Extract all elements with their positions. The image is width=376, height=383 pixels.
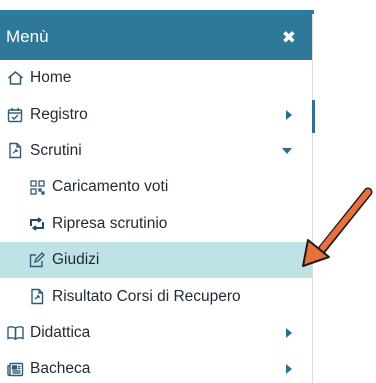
menu-item-label: Ripresa scrutinio: [52, 214, 168, 232]
caret-right-icon: [286, 327, 292, 338]
menu-item-home[interactable]: Home: [0, 60, 312, 96]
menu-item-label: Home: [30, 69, 72, 87]
menu-item-ripresa-scrutinio[interactable]: Ripresa scrutinio: [0, 206, 312, 242]
menu-item-label: Scrutini: [30, 141, 82, 159]
menu-item-label: Didattica: [30, 323, 91, 341]
menu-item-didattica[interactable]: Didattica: [0, 315, 312, 351]
caret-down-icon: [282, 147, 292, 154]
retweet-icon: [28, 215, 46, 233]
menu-item-label: Caricamento voti: [52, 178, 169, 196]
calendar-check-icon: [6, 106, 24, 124]
caret-right-icon: [286, 109, 292, 120]
caret-right-icon: [286, 364, 292, 375]
menu-item-label: Giudizi: [52, 251, 100, 269]
newspaper-icon: [6, 360, 24, 378]
scrollbar-thumb[interactable]: [312, 100, 315, 133]
menu-item-registro[interactable]: Registro: [0, 96, 312, 132]
home-icon: [6, 69, 24, 87]
menu-item-risultato-corsi-di-recupero[interactable]: Risultato Corsi di Recupero: [0, 278, 312, 314]
book-open-icon: [6, 324, 24, 342]
menu-header: Menù ✖: [0, 14, 312, 60]
menu-item-scrutini[interactable]: Scrutini: [0, 133, 312, 169]
edit-icon: [28, 251, 46, 269]
side-menu: Menù ✖ Home Registro Scrutini Caricament…: [0, 14, 313, 383]
menu-item-caricamento-voti[interactable]: Caricamento voti: [0, 169, 312, 205]
menu-item-label: Risultato Corsi di Recupero: [52, 287, 241, 305]
close-icon[interactable]: ✖: [282, 29, 296, 46]
menu-item-bacheca[interactable]: Bacheca: [0, 351, 312, 383]
menu-item-label: Bacheca: [30, 360, 91, 378]
menu-item-giudizi[interactable]: Giudizi: [0, 241, 312, 279]
screen: Menù ✖ Home Registro Scrutini Caricament…: [0, 0, 376, 383]
grid-icon: [28, 178, 46, 196]
document-share-icon: [6, 142, 24, 160]
document-share-icon: [28, 288, 46, 306]
menu-item-label: Registro: [30, 105, 88, 123]
menu-title: Menù: [6, 27, 49, 46]
